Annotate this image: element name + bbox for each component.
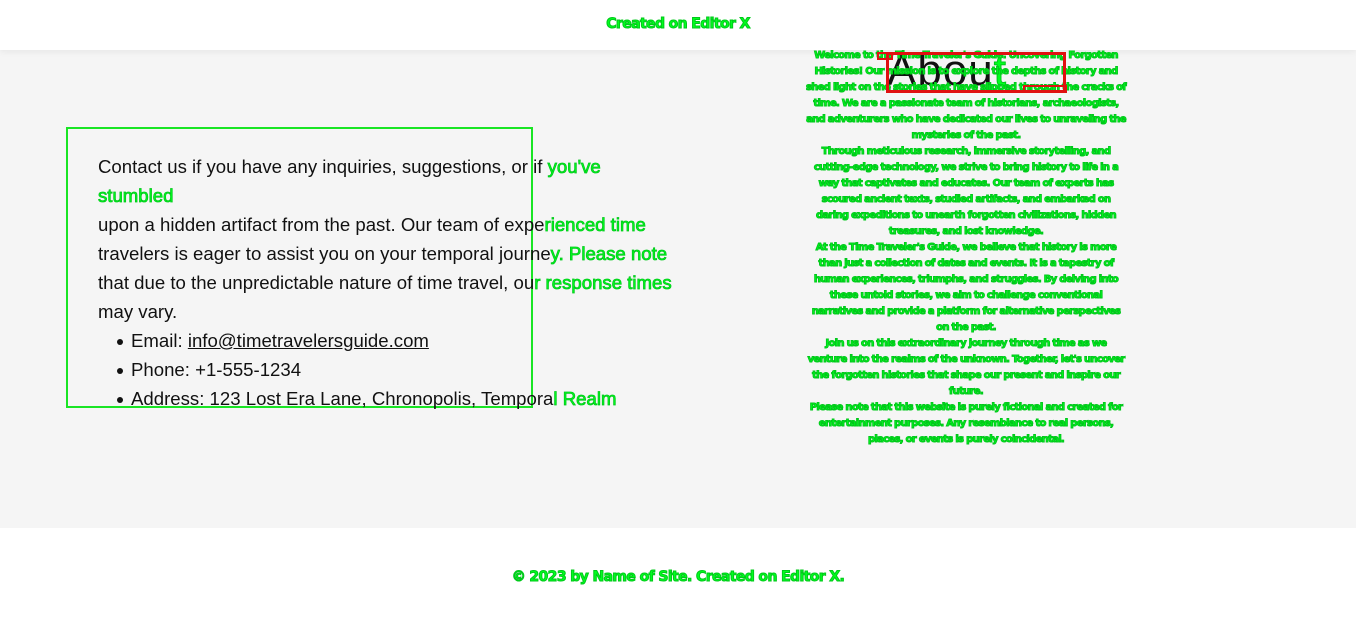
contact-line: upon a hidden artifact from the past. Ou…: [98, 214, 646, 236]
contact-email: Email: info@timetravelersguide.com: [98, 326, 678, 355]
contact-phone: Phone: +1-555-1234: [98, 355, 678, 384]
contact-list: Email: info@timetravelersguide.com Phone…: [98, 326, 678, 413]
about-paragraph: Join us on this extraordinary journey th…: [807, 338, 1126, 398]
email-link[interactable]: info@timetravelersguide.com: [188, 330, 429, 351]
footer-text: © 2023 by Name of Site. Created on Edito…: [511, 569, 845, 586]
about-paragraph: At the Time Traveler's Guide, we believe…: [811, 242, 1121, 334]
about-paragraph: Please note that this website is purely …: [809, 402, 1123, 446]
contact-line: may vary.: [98, 301, 178, 322]
contact-line: travelers is eager to assist you on your…: [98, 243, 668, 265]
highlight-box: [877, 52, 893, 60]
about-body: Welcome to the Time Traveler's Guide: Un…: [806, 48, 1128, 448]
banner-text: Created on Editor X: [606, 16, 751, 33]
about-paragraph: Through meticulous research, immersive s…: [813, 146, 1119, 238]
contact-line: Contact us if you have any inquiries, su…: [98, 156, 602, 207]
contact-line: that due to the unpredictable nature of …: [98, 272, 672, 294]
top-banner: Created on Editor X: [0, 0, 1356, 50]
contact-address: Address: 123 Lost Era Lane, Chronopolis,…: [98, 384, 678, 413]
contact-block: Contact us if you have any inquiries, su…: [98, 152, 678, 413]
highlight-box: [1023, 85, 1067, 93]
